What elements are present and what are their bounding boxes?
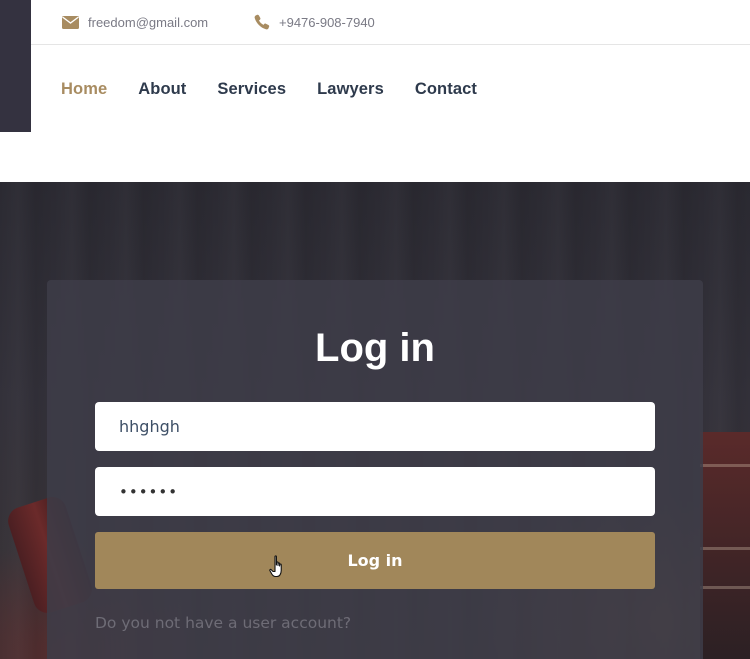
contact-email-text: freedom@gmail.com <box>88 14 209 30</box>
hand-cursor-icon <box>269 555 282 578</box>
hero-background: Log in hhghgh •••••• Log in Do you not h… <box>0 182 750 659</box>
main-nav: Home About Services Lawyers Contact <box>31 46 750 132</box>
header-dark-strip <box>0 0 31 132</box>
contact-phone-text: +9476-908-7940 <box>279 14 375 30</box>
password-input[interactable]: •••••• <box>95 467 655 516</box>
book-edge <box>700 586 750 589</box>
nav-item-home[interactable]: Home <box>61 80 107 99</box>
nav-item-lawyers[interactable]: Lawyers <box>317 80 384 99</box>
envelope-icon <box>62 15 79 29</box>
login-title: Log in <box>315 326 435 370</box>
contact-topbar: freedom@gmail.com +9476-908-7940 <box>31 0 750 45</box>
nav-item-about[interactable]: About <box>138 80 186 99</box>
login-button-label: Log in <box>347 551 403 570</box>
nav-item-services[interactable]: Services <box>217 80 286 99</box>
book-edge <box>700 464 750 467</box>
nav-item-contact[interactable]: Contact <box>415 80 477 99</box>
phone-icon <box>254 14 270 30</box>
signup-prompt-link[interactable]: Do you not have a user account? <box>95 614 351 632</box>
book-edge <box>700 547 750 550</box>
login-card: Log in hhghgh •••••• Log in Do you not h… <box>47 280 703 659</box>
username-input[interactable]: hhghgh <box>95 402 655 451</box>
contact-email[interactable]: freedom@gmail.com <box>62 13 208 31</box>
contact-phone[interactable]: +9476-908-7940 <box>254 13 375 31</box>
login-button[interactable]: Log in <box>95 532 655 589</box>
